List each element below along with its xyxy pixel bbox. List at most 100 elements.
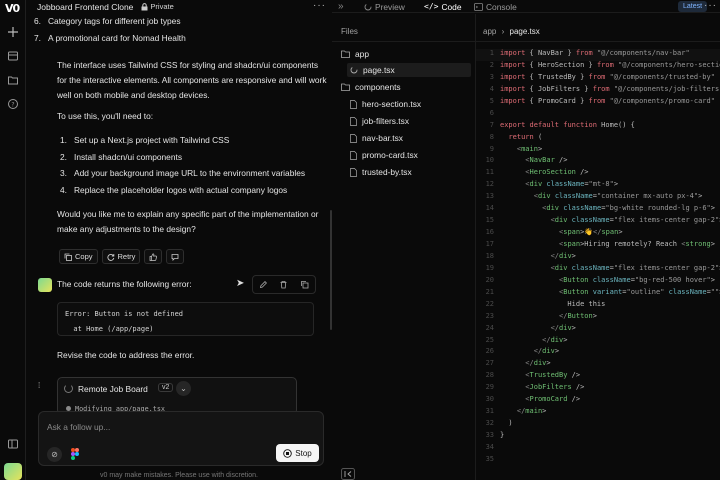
code-line[interactable]: 9 <main> — [476, 145, 720, 157]
code-line[interactable]: 23 </Button> — [476, 312, 720, 324]
edit-icon[interactable] — [259, 280, 268, 289]
code-lines[interactable]: 1 import { NavBar } from "@/components/na… — [476, 49, 720, 467]
collapse-panel-icon[interactable] — [341, 468, 355, 480]
trash-icon[interactable] — [279, 280, 288, 289]
line-text: import { JobFilters } from "@/components… — [500, 84, 720, 93]
code-line[interactable]: 26 </div> — [476, 347, 720, 359]
code-line[interactable]: 29 <JobFilters /> — [476, 383, 720, 395]
thumbs-up-button[interactable] — [144, 249, 163, 264]
v0-logo[interactable]: V0 — [5, 2, 20, 15]
tab-preview[interactable]: Preview — [364, 0, 405, 13]
folder-icon[interactable] — [7, 74, 19, 86]
folder-icon — [341, 50, 350, 58]
code-editor[interactable]: app › page.tsx 1 import { NavBar } from "… — [476, 14, 720, 480]
file-item[interactable]: job-filters.tsx — [350, 114, 409, 128]
tab-code[interactable]: </> Code — [424, 0, 461, 13]
file-item[interactable]: trusted-by.tsx — [350, 165, 412, 179]
code-line[interactable]: 27 </div> — [476, 359, 720, 371]
code-line[interactable]: 22 Hide this — [476, 300, 720, 312]
code-line[interactable]: 13 <div className="container mx-auto px-… — [476, 192, 720, 204]
line-number: 8 — [489, 132, 494, 141]
user-message: Revise the code to address the error. — [57, 350, 195, 360]
file-explorer: Files app page.tsx components hero-secti… — [332, 14, 476, 480]
latest-badge[interactable]: Latest — [678, 1, 708, 12]
code-line[interactable]: 32 ) — [476, 419, 720, 431]
more-options-icon[interactable]: ··· — [704, 0, 717, 11]
projects-icon[interactable] — [7, 50, 19, 62]
chat-composer[interactable]: Ask a follow up... ⊘ Stop — [38, 411, 324, 466]
assistant-paragraph: The interface uses Tailwind CSS for styl… — [57, 60, 327, 100]
code-line[interactable]: 30 <PromoCard /> — [476, 395, 720, 407]
code-line[interactable]: 19 <div className="flex items-center gap… — [476, 264, 720, 276]
collapse-chevron-icon[interactable]: » — [338, 0, 344, 13]
line-number: 24 — [485, 323, 494, 332]
version-card[interactable]: Remote Job Board v2 ⌄ Modifying app/page… — [57, 377, 297, 415]
tab-console[interactable]: Console — [474, 0, 517, 13]
visibility-badge[interactable]: Private — [141, 2, 174, 11]
line-number: 13 — [485, 192, 494, 201]
stop-button[interactable]: Stop — [276, 444, 319, 462]
code-line[interactable]: 14 <div className="bg-white rounded-lg p… — [476, 204, 720, 216]
code-line[interactable]: 28 <TrustedBy /> — [476, 371, 720, 383]
line-number: 17 — [485, 240, 494, 248]
code-line[interactable]: 21 <Button variant="outline" className="… — [476, 288, 720, 300]
file-item[interactable]: nav-bar.tsx — [350, 131, 403, 145]
editor-topbar: » Preview </> Code Console Latest ··· — [332, 0, 720, 13]
help-icon[interactable]: ? — [7, 98, 19, 110]
file-item[interactable]: promo-card.tsx — [350, 148, 418, 162]
code-line[interactable]: 10 <NavBar /> — [476, 156, 720, 168]
disclaimer: v0 may make mistakes. Please use with di… — [100, 472, 258, 479]
code-line[interactable]: 1 import { NavBar } from "@/components/na… — [476, 49, 720, 61]
code-line[interactable]: 7 export default function Home() { — [476, 121, 720, 133]
sidebar-toggle-icon[interactable] — [7, 438, 19, 450]
breadcrumb-folder[interactable]: app — [483, 27, 496, 36]
code-line[interactable]: 24 </div> — [476, 324, 720, 336]
figma-icon[interactable] — [71, 448, 79, 460]
chat-more-icon[interactable]: ··· — [313, 0, 326, 11]
message-toolbar — [252, 275, 316, 294]
file-item[interactable]: hero-section.tsx — [350, 97, 421, 111]
follow-up-input[interactable]: Ask a follow up... — [47, 422, 110, 432]
line-text: <JobFilters /> — [525, 383, 585, 392]
code-line[interactable]: 5 import { PromoCard } from "@/components… — [476, 97, 720, 109]
code-line[interactable]: 3 import { TrustedBy } from "@/components… — [476, 73, 720, 85]
code-line[interactable]: 35 — [476, 455, 720, 467]
file-page-tsx[interactable]: page.tsx — [347, 63, 471, 77]
folder-components[interactable]: components — [341, 80, 401, 94]
copy-message-icon[interactable] — [300, 280, 309, 289]
line-text: <Button variant="outline" className=""> — [559, 287, 720, 296]
code-line[interactable]: 18 </div> — [476, 252, 720, 264]
divider — [476, 41, 720, 42]
breadcrumb-file[interactable]: page.tsx — [510, 27, 540, 36]
code-line[interactable]: 15 <div className="flex items-center gap… — [476, 216, 720, 228]
code-line[interactable]: 11 <HeroSection /> — [476, 168, 720, 180]
code-line[interactable]: 33} — [476, 431, 720, 443]
folder-app[interactable]: app — [341, 47, 369, 61]
copy-button[interactable]: Copy — [59, 249, 98, 264]
new-chat-plus-icon[interactable] — [7, 26, 19, 38]
code-line[interactable]: 20 <Button className="bg-red-500 hover"> — [476, 276, 720, 288]
error-code-block: Error: Button is not defined at Home (/a… — [57, 302, 314, 336]
copy-label: Copy — [75, 252, 93, 261]
left-rail: V0 ? — [0, 0, 26, 480]
attach-icon[interactable]: ⊘ — [47, 447, 62, 462]
user-avatar[interactable] — [4, 463, 22, 480]
code-line[interactable]: 25 </div> — [476, 336, 720, 348]
chevron-down-icon[interactable]: ⌄ — [176, 381, 191, 396]
feedback-button[interactable] — [166, 249, 185, 264]
code-line[interactable]: 6 — [476, 109, 720, 121]
code-line[interactable]: 8 return ( — [476, 133, 720, 145]
code-line[interactable]: 31 </main> — [476, 407, 720, 419]
code-line[interactable]: 17 <span>Hiring remotely? Reach <strong> — [476, 240, 720, 252]
message-icon — [172, 253, 179, 261]
code-line[interactable]: 12 <div className="mt-8"> — [476, 180, 720, 192]
project-title[interactable]: Jobboard Frontend Clone — [37, 2, 133, 12]
retry-icon — [106, 253, 114, 261]
line-number: 4 — [489, 84, 494, 93]
code-line[interactable]: 4 import { JobFilters } from "@/component… — [476, 85, 720, 97]
code-line[interactable]: 34 — [476, 443, 720, 455]
code-line[interactable]: 16 <span>👋</span> — [476, 228, 720, 240]
retry-button[interactable]: Retry — [101, 249, 141, 264]
folder-icon — [341, 83, 350, 91]
code-line[interactable]: 2 import { HeroSection } from "@/componen… — [476, 61, 720, 73]
